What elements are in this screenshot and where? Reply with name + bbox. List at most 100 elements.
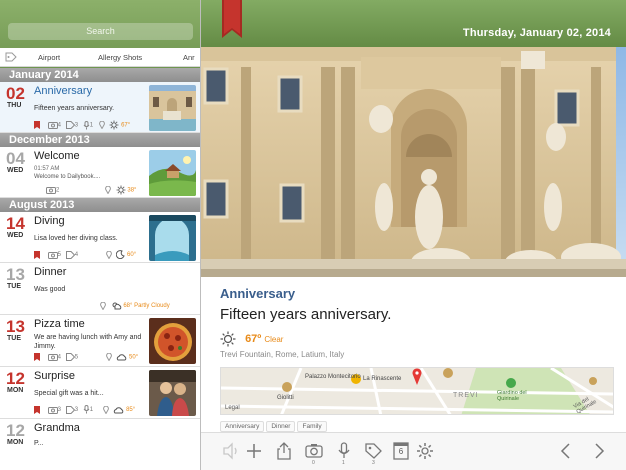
entry-weekday: MON bbox=[7, 439, 24, 446]
entry-detail: Thursday, January 02, 2014 Anniversary F… bbox=[201, 0, 626, 470]
entry-thumbnail-diving bbox=[149, 215, 196, 261]
map-label-la-rinascente: La Rinascente bbox=[363, 376, 402, 382]
tag-icon bbox=[5, 52, 17, 62]
camera-icon bbox=[47, 251, 58, 259]
entry-weekday: TUE bbox=[7, 283, 21, 290]
share-icon[interactable] bbox=[274, 441, 294, 461]
tag-icon bbox=[65, 121, 75, 129]
microphone-icon bbox=[83, 120, 90, 129]
detail-map[interactable]: Palazzo Montecitorio La Rinascente Gioli… bbox=[220, 367, 614, 415]
entry-pizza-time[interactable]: 13 TUE Pizza time We are having lunch wi… bbox=[0, 315, 200, 367]
map-pin-icon[interactable] bbox=[412, 368, 422, 386]
entry-thumbnail-trevi bbox=[149, 85, 196, 131]
sun-icon bbox=[109, 120, 119, 130]
entry-meta: 4 3 1 67° bbox=[34, 120, 130, 130]
photo-count: 2 bbox=[56, 187, 60, 194]
tag-icon bbox=[65, 405, 75, 414]
entry-text: Lisa loved her diving class. bbox=[34, 235, 118, 242]
detail-text[interactable]: Fifteen years anniversary. bbox=[220, 306, 391, 323]
camera-icon bbox=[47, 406, 58, 414]
entry-temperature: 67° bbox=[121, 122, 131, 129]
add-icon[interactable] bbox=[244, 441, 264, 461]
gear-icon[interactable] bbox=[415, 441, 435, 461]
entry-grandma[interactable]: 12 MON Grandma P... bbox=[0, 419, 200, 470]
detail-photo-trevi-fountain[interactable] bbox=[201, 47, 626, 277]
microphone-icon[interactable] bbox=[334, 441, 354, 461]
map-legal-link[interactable]: Legal bbox=[225, 405, 240, 411]
section-header-august-2013: August 2013 bbox=[0, 198, 200, 212]
tag-filter-airport[interactable]: Airport bbox=[38, 53, 60, 62]
map-label-trevi: TREVI bbox=[453, 392, 479, 399]
entry-anniversary[interactable]: 02 THU Anniversary Fifteen years anniver… bbox=[0, 82, 200, 133]
calendar-page-icon[interactable]: 6 bbox=[391, 441, 411, 461]
entry-day: 14 bbox=[6, 214, 25, 233]
photo-count: 5 bbox=[57, 252, 62, 259]
tag-filter-allergy-shots[interactable]: Allergy Shots bbox=[98, 53, 142, 62]
detail-header: Thursday, January 02, 2014 bbox=[201, 0, 626, 47]
speaker-icon[interactable] bbox=[221, 441, 241, 461]
entry-text: Fifteen years anniversary. bbox=[34, 105, 115, 112]
tag-filter-anr[interactable]: Anr bbox=[183, 53, 195, 62]
detail-tag-anniversary[interactable]: Anniversary bbox=[220, 421, 265, 432]
tag-count: 3 bbox=[74, 122, 79, 129]
entry-dinner[interactable]: 13 TUE Dinner Was good 68° Partly Cloudy bbox=[0, 263, 200, 315]
sun-icon bbox=[220, 331, 236, 347]
entry-surprise[interactable]: 12 MON Surprise Special gift was a hit..… bbox=[0, 367, 200, 419]
entries-sidebar: Search Airport Allergy Shots Anr January… bbox=[0, 0, 201, 470]
detail-title: Anniversary bbox=[220, 286, 296, 301]
chevron-left-icon[interactable] bbox=[556, 441, 576, 461]
bottom-toolbar: 0 1 3 6 bbox=[201, 432, 626, 470]
entry-meta: 4 5 50° bbox=[34, 352, 138, 362]
chevron-right-icon[interactable] bbox=[589, 441, 609, 461]
entry-welcome[interactable]: 04 WED Welcome 01:57 AM Welcome to Daily… bbox=[0, 147, 200, 198]
entry-weekday: TUE bbox=[7, 335, 21, 342]
detail-tag-dinner[interactable]: Dinner bbox=[266, 421, 296, 432]
entry-day: 12 bbox=[6, 369, 25, 388]
tag-count-badge: 3 bbox=[372, 460, 375, 466]
sun-icon bbox=[116, 185, 126, 195]
bookmark-icon bbox=[34, 250, 40, 259]
entry-meta: 2 38° bbox=[34, 185, 136, 195]
bookmark-icon bbox=[34, 405, 40, 414]
entry-diving[interactable]: 14 WED Diving Lisa loved her diving clas… bbox=[0, 212, 200, 263]
detail-tag-family[interactable]: Family bbox=[297, 421, 327, 432]
entry-weekday: THU bbox=[7, 102, 22, 109]
audio-count: 1 bbox=[89, 122, 94, 129]
entry-meta: 3 3 1 85° bbox=[34, 405, 135, 415]
entry-title: Welcome bbox=[34, 150, 80, 162]
tag-count: 5 bbox=[74, 354, 79, 361]
entry-temperature: 38° bbox=[127, 187, 137, 194]
search-input[interactable]: Search bbox=[8, 23, 193, 40]
location-pin-icon bbox=[105, 250, 112, 260]
camera-icon[interactable] bbox=[304, 441, 324, 461]
camera-icon bbox=[47, 122, 58, 129]
entry-text: Was good bbox=[34, 286, 66, 293]
audio-count-badge: 1 bbox=[342, 460, 345, 466]
section-header-december-2013: December 2013 bbox=[0, 133, 200, 147]
entry-title: Surprise bbox=[34, 370, 75, 382]
bookmark-icon bbox=[34, 121, 40, 129]
photo-count: 4 bbox=[57, 354, 62, 361]
entry-text: We are having lunch with Amy and Jimmy. bbox=[34, 334, 142, 350]
tag-icon[interactable] bbox=[364, 441, 384, 461]
location-pin-icon bbox=[98, 120, 105, 130]
location-pin-icon bbox=[100, 301, 106, 311]
entry-title: Pizza time bbox=[34, 318, 85, 330]
bookmark-ribbon-icon[interactable] bbox=[222, 0, 242, 38]
entry-meta: 5 4 60° bbox=[34, 250, 136, 260]
entry-weekday: MON bbox=[7, 387, 24, 394]
entry-thumbnail-landscape bbox=[149, 150, 196, 196]
microphone-icon bbox=[83, 405, 90, 414]
camera-icon bbox=[47, 354, 58, 361]
entry-title: Diving bbox=[34, 215, 65, 227]
entry-text: Special gift was a hit... bbox=[34, 390, 104, 397]
cloud-icon bbox=[114, 406, 124, 413]
tag-filter-bar[interactable]: Airport Allergy Shots Anr bbox=[0, 48, 200, 67]
partly-cloudy-icon bbox=[112, 302, 121, 310]
tag-count: 3 bbox=[74, 407, 79, 414]
bookmark-icon bbox=[34, 353, 40, 361]
cloud-icon bbox=[117, 354, 127, 361]
location-pin-icon bbox=[102, 405, 109, 415]
tag-count: 4 bbox=[74, 252, 79, 259]
entry-thumbnail-surprise bbox=[149, 370, 196, 416]
